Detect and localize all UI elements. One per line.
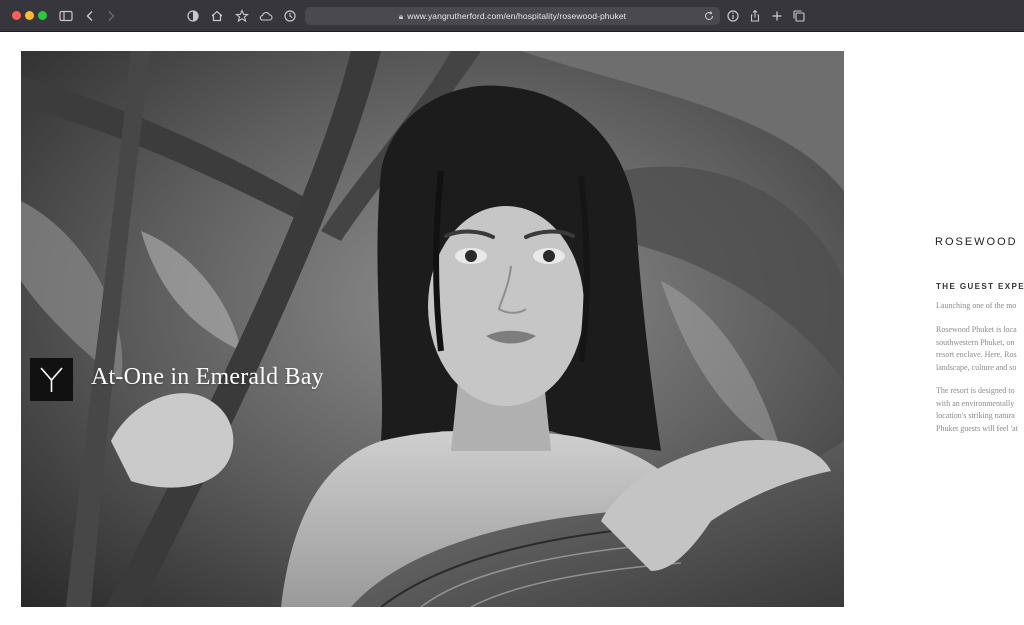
brand-name: ROSEWOOD xyxy=(935,236,1018,248)
paragraph-2: Rosewood Phuket is loca southwestern Phu… xyxy=(936,324,1017,374)
url-text: www.yangrutherford.com/en/hospitality/ro… xyxy=(407,11,627,21)
star-icon[interactable] xyxy=(234,8,250,24)
paragraph-line: landscape, culture and so xyxy=(936,362,1017,372)
zoom-window-button[interactable] xyxy=(38,11,47,20)
address-bar[interactable]: 🔒︎ www.yangrutherford.com/en/hospitality/… xyxy=(305,7,720,25)
tabs-icon[interactable] xyxy=(791,8,807,24)
hero-photo xyxy=(21,51,844,607)
y-monogram-logo[interactable] xyxy=(30,358,73,401)
paragraph-line: resort enclave. Here, Ros xyxy=(936,350,1017,359)
y-monogram-icon xyxy=(40,367,63,392)
forward-icon[interactable] xyxy=(103,8,119,24)
back-icon[interactable] xyxy=(82,8,98,24)
paragraph-line: southwestern Phuket, on xyxy=(936,337,1015,347)
lock-icon: 🔒︎ xyxy=(398,12,404,21)
url-display[interactable]: 🔒︎ www.yangrutherford.com/en/hospitality/… xyxy=(305,7,720,26)
reload-icon[interactable] xyxy=(702,9,716,23)
cloud-icon[interactable] xyxy=(258,8,274,24)
paragraph-line: with an environmentally xyxy=(936,398,1015,408)
minimize-window-button[interactable] xyxy=(25,11,34,20)
info-icon[interactable] xyxy=(725,8,741,24)
shield-icon[interactable] xyxy=(185,8,201,24)
paragraph-3: The resort is designed to with an enviro… xyxy=(936,385,1018,435)
paragraph-line: Phuket guests will feel 'at xyxy=(936,423,1018,433)
hero-image[interactable]: At-One in Emerald Bay xyxy=(21,51,844,607)
new-tab-icon[interactable] xyxy=(769,8,785,24)
share-icon[interactable] xyxy=(747,8,763,24)
browser-toolbar: 🔒︎ www.yangrutherford.com/en/hospitality/… xyxy=(0,0,1024,32)
paragraph-line: location's striking natura xyxy=(936,411,1015,420)
hero-title: At-One in Emerald Bay xyxy=(91,364,324,390)
paragraph-1: Launching one of the mo xyxy=(936,300,1016,313)
home-icon[interactable] xyxy=(209,8,225,24)
paragraph-line: Launching one of the mo xyxy=(936,301,1017,310)
sidebar-icon[interactable] xyxy=(58,8,74,24)
close-window-button[interactable] xyxy=(12,11,21,20)
section-heading: THE GUEST EXPER xyxy=(936,282,1024,291)
paragraph-line: The resort is designed to xyxy=(936,386,1015,395)
history-icon[interactable] xyxy=(282,8,298,24)
paragraph-line: Rosewood Phuket is loca xyxy=(936,325,1017,334)
